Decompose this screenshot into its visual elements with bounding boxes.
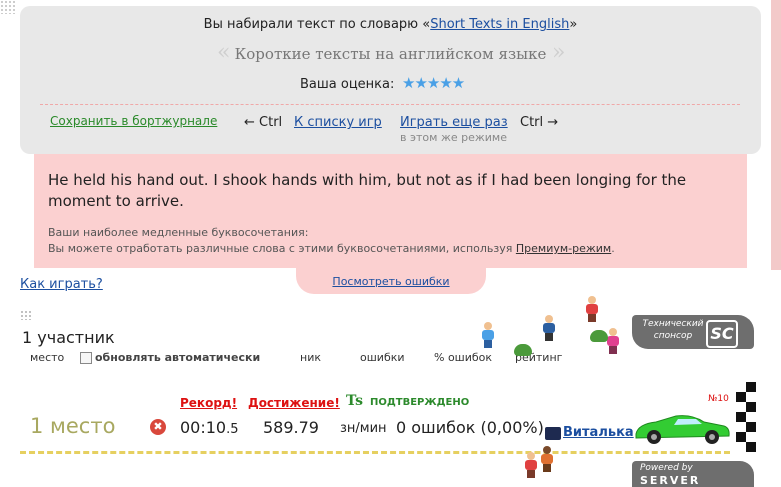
header-pct-errors: % ошибок: [434, 351, 493, 364]
bush-icon: [590, 330, 608, 342]
record-badge[interactable]: Рекорд!: [180, 396, 237, 410]
time-value: 00:10.5: [180, 418, 239, 437]
ctrl-right-hint: Ctrl →: [520, 115, 559, 130]
car-number: №10: [708, 394, 729, 404]
auto-update-checkbox[interactable]: [80, 351, 92, 364]
error-x-icon: ✖: [150, 419, 166, 435]
errors-value: 0 ошибок (0,00%): [396, 418, 544, 437]
speed-value: 589.79: [263, 418, 319, 437]
place-value: 1 место: [30, 414, 116, 438]
divider: [40, 104, 740, 105]
header-place: место: [30, 351, 65, 364]
ctrl-left-hint: ← Ctrl: [244, 115, 283, 130]
view-errors-link[interactable]: Посмотреть ошибки: [296, 275, 486, 288]
tech-sponsor-line2: спонсор: [653, 331, 693, 341]
how-to-play-link[interactable]: Как играть?: [20, 277, 103, 292]
powered-server-text: SERVER: [640, 474, 701, 487]
vocabulary-suffix: »: [569, 17, 578, 32]
vocabulary-title: Короткие тексты на английском языке: [234, 45, 547, 63]
tech-sponsor-line1: Технический: [642, 319, 704, 329]
person-icon: [540, 446, 554, 472]
race-car-icon: [635, 415, 730, 444]
participants-count: 1 участник: [22, 328, 115, 347]
bush-icon: [514, 344, 532, 356]
typed-text: He held his hand out. I shook hands with…: [48, 171, 687, 210]
header-nick: ник: [300, 351, 321, 364]
right-edge-strip: [771, 0, 781, 270]
auto-update-label: обновлять автоматически: [95, 351, 261, 364]
play-again-link[interactable]: Играть еще раз: [400, 115, 508, 130]
header-errors: ошибки: [360, 351, 405, 364]
slow-combinations-description: Вы можете отработать различные слова с э…: [48, 242, 615, 255]
achievement-badge[interactable]: Достижение!: [248, 396, 340, 410]
slow-desc-text: Вы можете отработать различные слова с э…: [48, 242, 516, 255]
person-icon: [585, 296, 599, 322]
user-icon: [545, 427, 561, 440]
powered-by-text: Powered by: [640, 463, 693, 473]
dots-decoration: [20, 310, 32, 320]
slow-desc-end: .: [611, 242, 615, 255]
person-icon: [542, 315, 556, 341]
ts-icon: Ts: [346, 393, 364, 409]
verified-label: ПОДТВЕРЖДЕНО: [370, 397, 470, 408]
slow-combinations-title: Ваши наиболее медленные буквосочетания:: [48, 226, 309, 239]
person-icon: [606, 328, 620, 354]
rating-label: Ваша оценка:: [300, 77, 395, 92]
vocabulary-line: Вы набирали текст по словарю «Short Text…: [20, 17, 761, 32]
corner-dots-decoration: [0, 0, 16, 14]
vocabulary-link[interactable]: Short Texts in English: [430, 17, 569, 32]
person-icon: [481, 322, 495, 348]
speed-unit: зн/мин: [340, 421, 387, 436]
rating-stars-icon[interactable]: ★★★★★: [402, 74, 465, 92]
tech-sponsor-text: Технический спонсор: [638, 318, 708, 342]
person-icon: [524, 452, 538, 478]
auto-update-toggle[interactable]: обновлять автоматически: [80, 351, 260, 364]
finish-flag-icon: [736, 382, 756, 452]
premium-mode-link[interactable]: Премиум-режим: [516, 242, 611, 255]
game-list-link[interactable]: К списку игр: [294, 115, 382, 130]
vocabulary-prefix: Вы набирали текст по словарю «: [203, 17, 431, 32]
track-line: [20, 451, 730, 454]
same-mode-note: в этом же режиме: [400, 131, 507, 144]
user-name-link[interactable]: Виталька: [563, 425, 634, 440]
time-main: 00:10: [180, 418, 227, 437]
sponsor-logo: SC: [706, 320, 738, 348]
quote-right-icon: »: [552, 40, 566, 65]
time-fraction: .5: [226, 422, 239, 437]
save-to-journal-link[interactable]: Сохранить в бортжурнале: [50, 114, 217, 128]
